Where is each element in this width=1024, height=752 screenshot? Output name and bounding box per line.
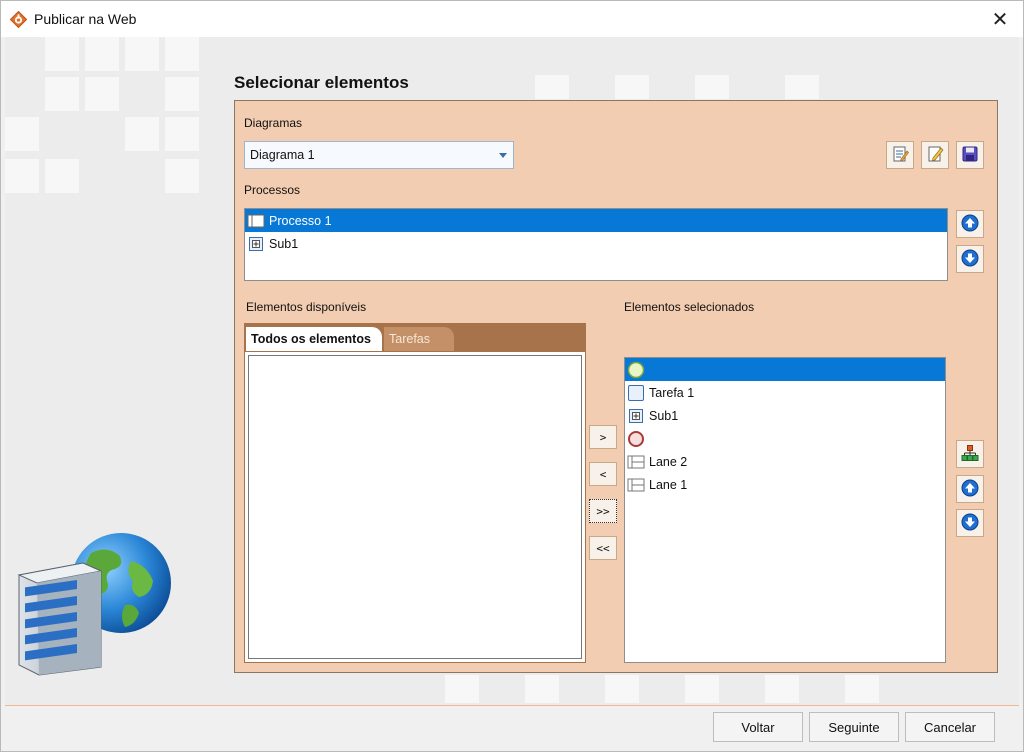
lane-icon bbox=[627, 453, 645, 471]
tab-all-elements[interactable]: Todos os elementos bbox=[246, 327, 382, 351]
process-icon bbox=[247, 212, 265, 230]
next-button[interactable]: Seguinte bbox=[809, 712, 899, 742]
list-item-label: Lane 2 bbox=[649, 454, 688, 469]
chevron-down-icon bbox=[499, 153, 507, 158]
move-process-down-button[interactable] bbox=[956, 245, 984, 273]
cancel-button[interactable]: Cancelar bbox=[905, 712, 995, 742]
list-item[interactable]: Lane 1 bbox=[625, 473, 945, 496]
remove-element-button[interactable]: < bbox=[589, 462, 617, 486]
list-item[interactable]: Sub1 bbox=[245, 232, 947, 255]
add-all-button[interactable]: >> bbox=[589, 499, 617, 523]
list-item[interactable] bbox=[625, 427, 945, 450]
list-item-label: Tarefa 1 bbox=[649, 385, 695, 400]
arrow-up-icon bbox=[961, 214, 979, 235]
hierarchy-icon bbox=[961, 444, 979, 465]
save-icon bbox=[961, 145, 979, 166]
list-item[interactable]: Sub1 bbox=[625, 404, 945, 427]
processes-label: Processos bbox=[244, 183, 301, 197]
lane-icon bbox=[627, 476, 645, 494]
list-item[interactable]: Lane 2 bbox=[625, 450, 945, 473]
save-button[interactable] bbox=[956, 141, 984, 169]
list-item[interactable]: Processo 1 bbox=[245, 209, 947, 232]
list-item-label: Lane 1 bbox=[649, 477, 688, 492]
tab-tasks[interactable]: Tarefas bbox=[384, 327, 454, 351]
list-item[interactable] bbox=[625, 358, 945, 381]
remove-all-button[interactable]: << bbox=[589, 536, 617, 560]
add-element-button[interactable]: > bbox=[589, 425, 617, 449]
list-item-label: Sub1 bbox=[649, 408, 679, 423]
dialog-body: Selecionar elementos Diagramas Diagrama … bbox=[5, 37, 1019, 705]
selected-elements-list: Tarefa 1 Sub1 Lane 2 Lane 1 bbox=[624, 357, 946, 663]
back-button[interactable]: Voltar bbox=[713, 712, 803, 742]
edit-button[interactable] bbox=[921, 141, 949, 169]
edit-icon bbox=[926, 145, 944, 166]
properties-icon bbox=[891, 145, 909, 166]
available-elements-list bbox=[244, 351, 586, 663]
subprocess-icon bbox=[627, 407, 645, 425]
available-elements-listbox[interactable] bbox=[248, 355, 582, 659]
app-logo-icon bbox=[9, 10, 28, 29]
move-element-up-button[interactable] bbox=[956, 475, 984, 503]
diagrams-label: Diagramas bbox=[244, 116, 303, 130]
arrow-down-icon bbox=[961, 513, 979, 534]
move-process-up-button[interactable] bbox=[956, 210, 984, 238]
list-item-label: Sub1 bbox=[269, 236, 299, 251]
task-icon bbox=[627, 384, 645, 402]
arrow-up-icon bbox=[961, 479, 979, 500]
hierarchy-button[interactable] bbox=[956, 440, 984, 468]
processes-list: Processo 1 Sub1 bbox=[244, 208, 948, 281]
title-bar: Publicar na Web ✕ bbox=[1, 1, 1023, 37]
list-item-label: Processo 1 bbox=[269, 213, 332, 228]
list-item[interactable]: Tarefa 1 bbox=[625, 381, 945, 404]
properties-button[interactable] bbox=[886, 141, 914, 169]
end-event-icon bbox=[627, 430, 645, 448]
diagram-select[interactable]: Diagrama 1 bbox=[244, 141, 514, 169]
selected-elements-label: Elementos selecionados bbox=[624, 300, 755, 314]
footer-divider bbox=[5, 705, 1019, 706]
selection-panel: Diagramas Diagrama 1 Processos Processo … bbox=[234, 100, 998, 673]
window-title: Publicar na Web bbox=[34, 11, 137, 27]
diagram-select-value: Diagrama 1 bbox=[250, 148, 315, 162]
available-elements-label: Elementos disponíveis bbox=[246, 300, 367, 314]
start-event-icon bbox=[627, 361, 645, 379]
available-tabs: Todos os elementos Tarefas bbox=[244, 323, 586, 351]
server-globe-illustration bbox=[13, 531, 173, 676]
publish-web-dialog: Publicar na Web ✕ Selecionar elementos D… bbox=[0, 0, 1024, 752]
close-button[interactable]: ✕ bbox=[977, 1, 1023, 37]
page-title: Selecionar elementos bbox=[234, 73, 409, 92]
move-element-down-button[interactable] bbox=[956, 509, 984, 537]
subprocess-icon bbox=[247, 235, 265, 253]
arrow-down-icon bbox=[961, 249, 979, 270]
